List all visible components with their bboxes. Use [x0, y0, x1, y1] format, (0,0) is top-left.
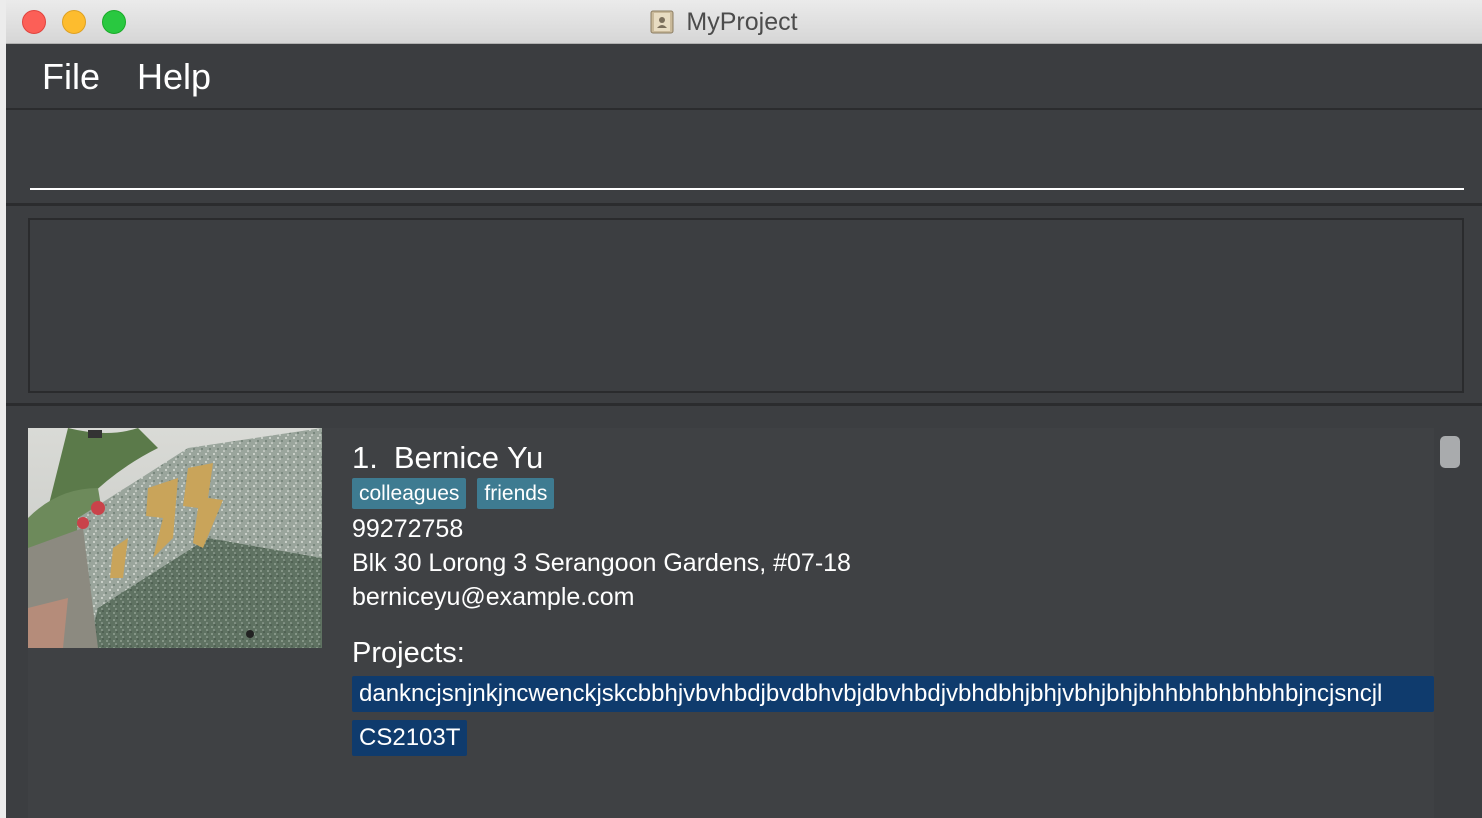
person-name-line: 1. Bernice Yu: [352, 438, 1434, 478]
app-window: MyProject File Help 1. Bernice Yu collea…: [6, 0, 1482, 818]
tag-list: colleagues friends: [352, 478, 1434, 512]
projects-label: Projects:: [352, 637, 465, 669]
title-bar[interactable]: MyProject: [6, 0, 1482, 44]
project-chip: CS2103T: [352, 720, 468, 756]
profile-photo: [28, 428, 322, 648]
result-display-panel: [6, 206, 1482, 406]
window-title: MyProject: [686, 7, 798, 36]
project-chip: dankncjsnjnkjncwenckjskcbbhjvbvhbdjbvdbh…: [352, 676, 1434, 712]
command-input[interactable]: [30, 140, 1464, 190]
menu-help[interactable]: Help: [137, 56, 211, 98]
contacts-book-icon: [650, 10, 674, 34]
person-name: Bernice Yu: [393, 440, 544, 475]
person-index: 1.: [352, 440, 378, 475]
command-box-panel: [6, 110, 1482, 206]
person-phone: 99272758: [352, 515, 464, 543]
menu-file[interactable]: File: [42, 56, 100, 98]
person-details: 1. Bernice Yu colleagues friends 99272758 …: [352, 438, 1434, 764]
person-card[interactable]: 1. Bernice Yu colleagues friends 99272758 …: [28, 428, 1434, 818]
tag-colleagues: colleagues: [352, 478, 467, 509]
scrollbar-thumb[interactable]: [1440, 436, 1460, 468]
menu-bar: File Help: [6, 44, 1482, 110]
person-address: Blk 30 Lorong 3 Serangoon Gardens, #07-1…: [352, 549, 851, 577]
scrollbar-track[interactable]: [1434, 428, 1468, 818]
result-display[interactable]: [28, 218, 1464, 393]
person-email: berniceyu@example.com: [352, 583, 635, 611]
person-list: 1. Bernice Yu colleagues friends 99272758 …: [6, 406, 1482, 818]
tag-friends: friends: [477, 478, 555, 509]
title-container: MyProject: [6, 0, 1482, 44]
